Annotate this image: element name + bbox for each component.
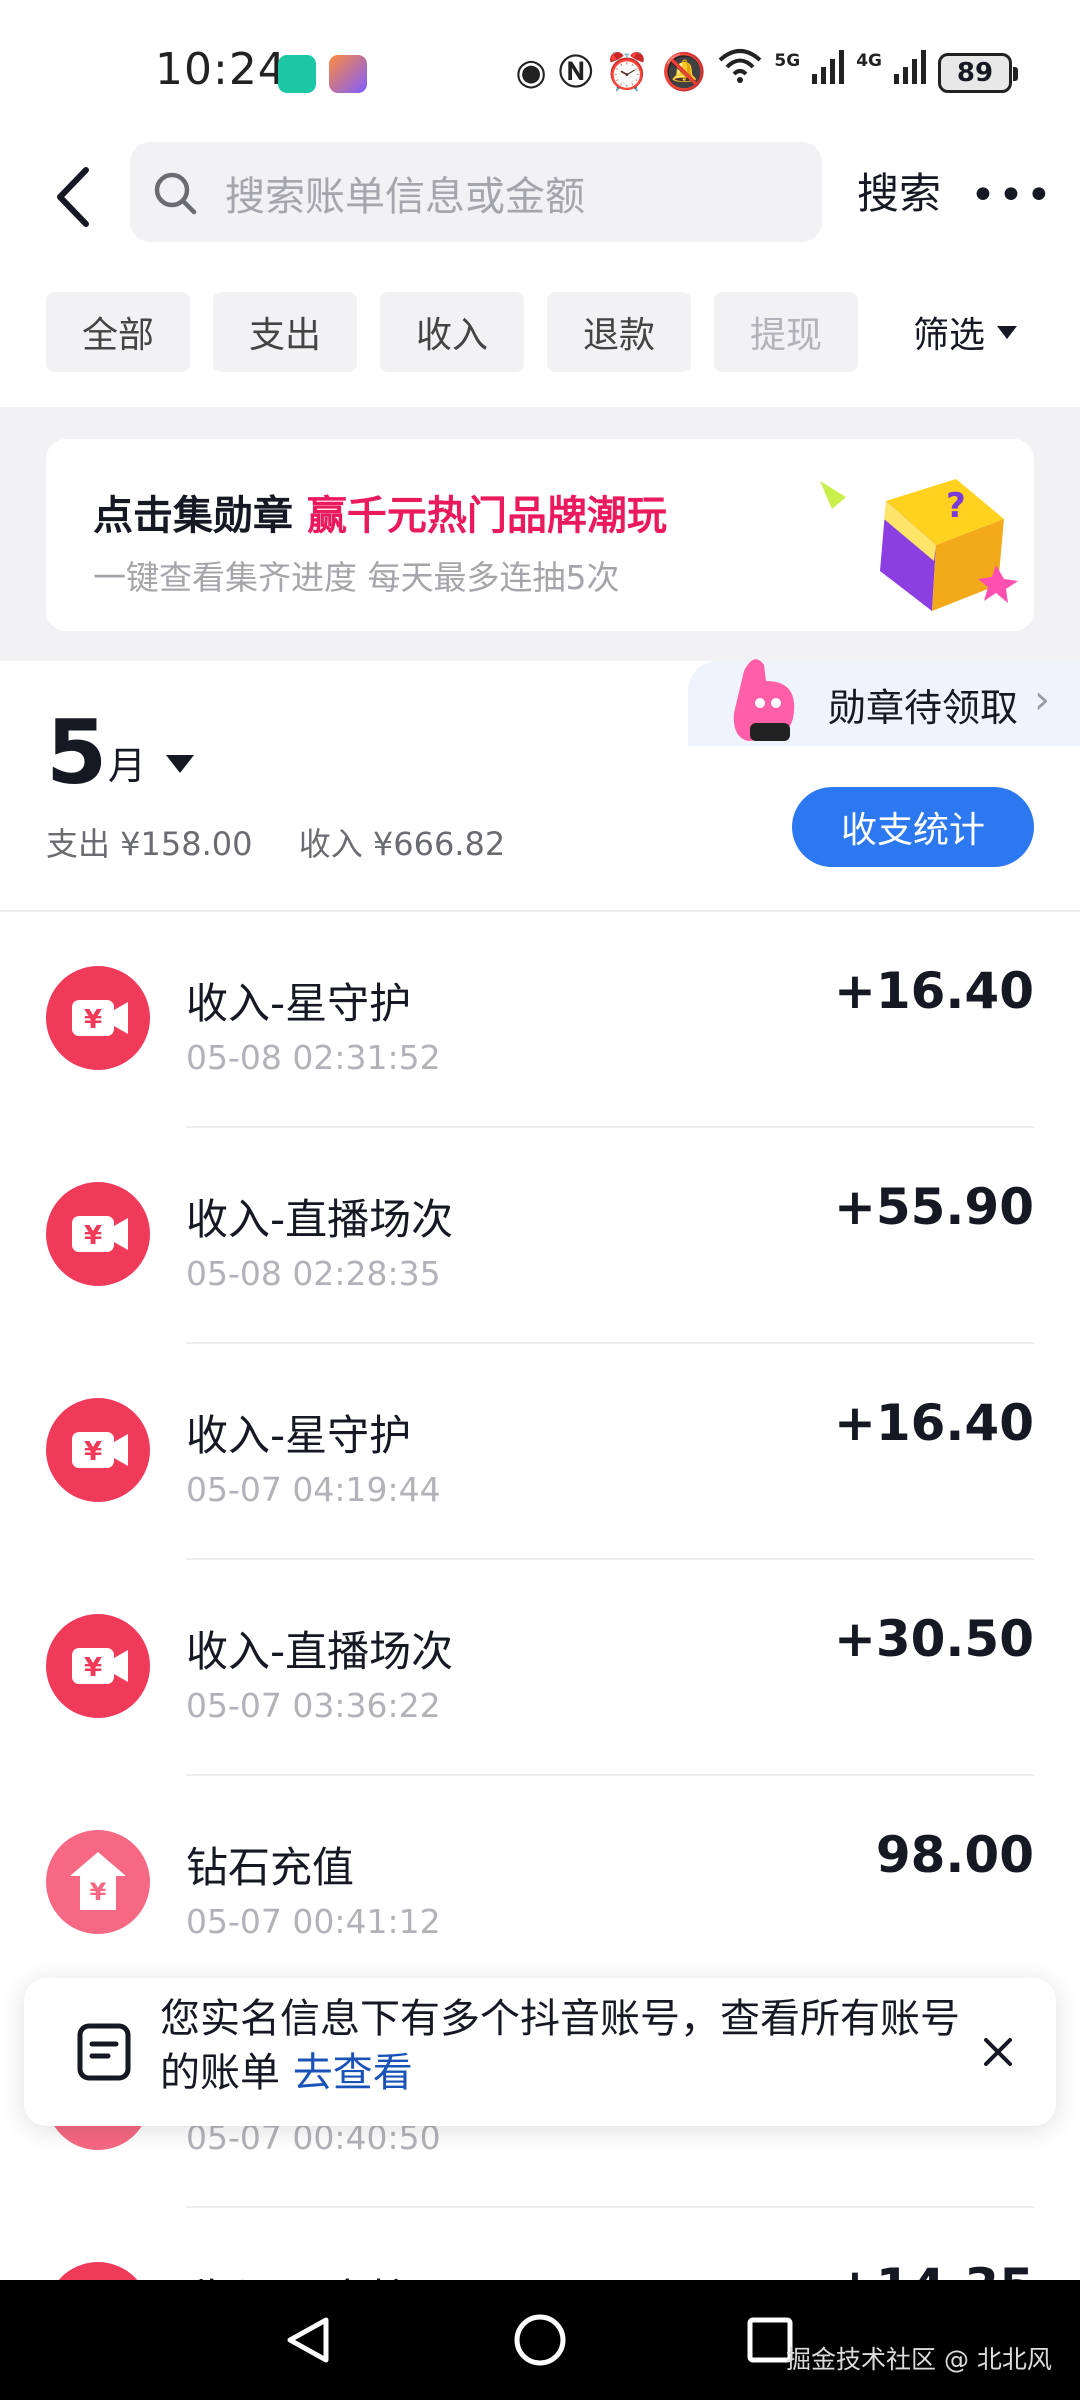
income-total: 收入 ¥666.82 [298, 825, 506, 863]
app-notification-icon [329, 55, 367, 93]
transaction-amount: 98.00 [875, 1826, 1034, 1884]
search-input[interactable]: 搜索账单信息或金额 [130, 142, 822, 242]
search-header: 搜索账单信息或金额 搜索 ••• [0, 130, 1080, 260]
income-icon: ¥ [46, 1398, 150, 1502]
back-button[interactable] [50, 162, 100, 232]
multi-account-toast: 您实名信息下有多个抖音账号，查看所有账号的账单 去查看 [24, 1978, 1056, 2126]
alarm-icon: ⏰ [604, 51, 650, 93]
month-dropdown-icon [166, 755, 194, 773]
filter-chip-withdraw[interactable]: 提现 [714, 292, 858, 372]
toast-message-text: 您实名信息下有多个抖音账号，查看所有账号的账单 [160, 1996, 960, 2096]
transaction-row[interactable]: ¥ 钻石充值 05-07 00:41:12 98.00 [0, 1776, 1080, 1992]
more-icon[interactable]: ••• [970, 170, 1054, 221]
status-time: 10:24 [155, 44, 287, 95]
filter-chip-expense[interactable]: 支出 [213, 292, 357, 372]
signal-icon [812, 49, 845, 97]
transaction-title: 收入-星守护 [186, 1411, 412, 1460]
filter-bar: 全部 支出 收入 退款 提现 筛选 [0, 290, 1080, 372]
filter-chip-income[interactable]: 收入 [380, 292, 524, 372]
income-icon: ¥ [46, 966, 150, 1070]
banner-subtitle: 一键查看集齐进度 每天最多连抽5次 [93, 558, 620, 597]
svg-text:¥: ¥ [90, 1878, 107, 1906]
banner-title-prefix: 点击集勋章 [93, 493, 307, 539]
transaction-row[interactable]: ¥ 收入-星守护 05-07 04:19:44 +16.40 [0, 1344, 1080, 1560]
income-icon: ¥ [46, 1182, 150, 1286]
security-app-icon [278, 55, 316, 93]
svg-text:¥: ¥ [84, 1437, 102, 1467]
transaction-time: 05-07 04:19:44 [186, 1470, 441, 1509]
transaction-time: 05-08 02:31:52 [186, 1038, 441, 1077]
watermark-text: 掘金技术社区 @ 北北风 [786, 2345, 1052, 2374]
income-icon: ¥ [46, 1614, 150, 1718]
toast-view-link[interactable]: 去查看 [293, 2050, 413, 2096]
banner-title-highlight: 赢千元热门品牌潮玩 [306, 493, 667, 539]
transaction-row[interactable]: ¥ 收入-直播场次 05-07 03:36:22 +30.50 [0, 1560, 1080, 1776]
transaction-amount: +16.40 [833, 1394, 1034, 1452]
nav-home-icon[interactable] [480, 2280, 600, 2400]
transaction-title: 钻石充值 [186, 1843, 355, 1892]
transaction-row[interactable]: ¥ 收入-直播场次 05-08 02:28:35 +55.90 [0, 1128, 1080, 1344]
expense-total: 支出 ¥158.00 [46, 825, 253, 863]
bill-document-icon [77, 2023, 131, 2081]
transaction-time: 05-07 00:41:12 [186, 1902, 441, 1941]
wifi-icon [718, 48, 762, 97]
chevron-right-icon: › [1034, 677, 1050, 723]
svg-text:¥: ¥ [84, 1653, 102, 1683]
thumbs-up-mascot-icon [733, 659, 795, 741]
transaction-row[interactable]: ¥ 收入-星守护 05-08 02:31:52 +16.40 [0, 912, 1080, 1128]
search-button[interactable]: 搜索 [857, 160, 941, 221]
transaction-amount: +16.40 [833, 962, 1034, 1020]
svg-text:¥: ¥ [84, 1221, 102, 1251]
mute-icon: 🔕 [661, 51, 707, 93]
transaction-title: 收入-星守护 [186, 979, 412, 1028]
filter-label: 筛选 [913, 315, 986, 356]
transaction-time: 05-07 03:36:22 [186, 1686, 441, 1725]
month-summary: 支出 ¥158.00 收入 ¥666.82 [46, 819, 541, 865]
month-number: 5 [46, 701, 108, 804]
nfc-icon: Ⓝ [558, 52, 593, 93]
transaction-amount: +55.90 [833, 1178, 1034, 1236]
close-icon[interactable] [968, 2022, 1028, 2082]
medal-claim-label: 勋章待领取 [828, 686, 1019, 730]
stats-button[interactable]: 收支统计 [792, 787, 1034, 867]
month-summary-card: 勋章待领取 › 5 月 支出 ¥158.00 收入 ¥666.82 收支统计 [0, 659, 1080, 911]
recharge-icon: ¥ [46, 1830, 150, 1934]
back-arrow-icon [57, 167, 89, 227]
system-nav-bar: 掘金技术社区 @ 北北风 [0, 2280, 1080, 2400]
filter-chip-all[interactable]: 全部 [46, 292, 190, 372]
banner-title: 点击集勋章 赢千元热门品牌潮玩 [93, 483, 667, 541]
nav-back-icon[interactable] [250, 2280, 370, 2400]
signal-icon [894, 49, 926, 97]
filter-chip-refund[interactable]: 退款 [547, 292, 691, 372]
transaction-time: 05-08 02:28:35 [186, 1254, 441, 1293]
transaction-title: 收入-直播场次 [186, 1195, 454, 1244]
search-placeholder: 搜索账单信息或金额 [225, 174, 585, 220]
search-icon [154, 172, 197, 215]
dropdown-triangle-icon [997, 325, 1018, 339]
eye-icon: ◉ [515, 51, 547, 93]
network-4g-label: 4G [856, 50, 882, 71]
filter-dropdown[interactable]: 筛选 [913, 306, 1018, 358]
svg-text:?: ? [946, 486, 966, 526]
status-icons: ◉ Ⓝ ⏰ 🔕 5G 4G 89 [515, 48, 1018, 97]
promo-banner[interactable]: 点击集勋章 赢千元热门品牌潮玩 一键查看集齐进度 每天最多连抽5次 ? [46, 439, 1034, 631]
network-5g-label: 5G [774, 50, 801, 71]
transaction-title: 收入-直播场次 [186, 1627, 454, 1676]
status-bar: 10:24 ◉ Ⓝ ⏰ 🔕 5G 4G 89 [0, 0, 1080, 130]
svg-text:¥: ¥ [84, 1005, 102, 1035]
transaction-amount: +30.50 [833, 1610, 1034, 1668]
battery-indicator: 89 [938, 52, 1018, 93]
toast-message: 您实名信息下有多个抖音账号，查看所有账号的账单 去查看 [160, 1992, 980, 2100]
month-unit: 月 [108, 744, 147, 788]
mystery-box-icon: ? [820, 479, 1018, 611]
promo-section: 点击集勋章 赢千元热门品牌潮玩 一键查看集齐进度 每天最多连抽5次 ? [0, 407, 1080, 661]
